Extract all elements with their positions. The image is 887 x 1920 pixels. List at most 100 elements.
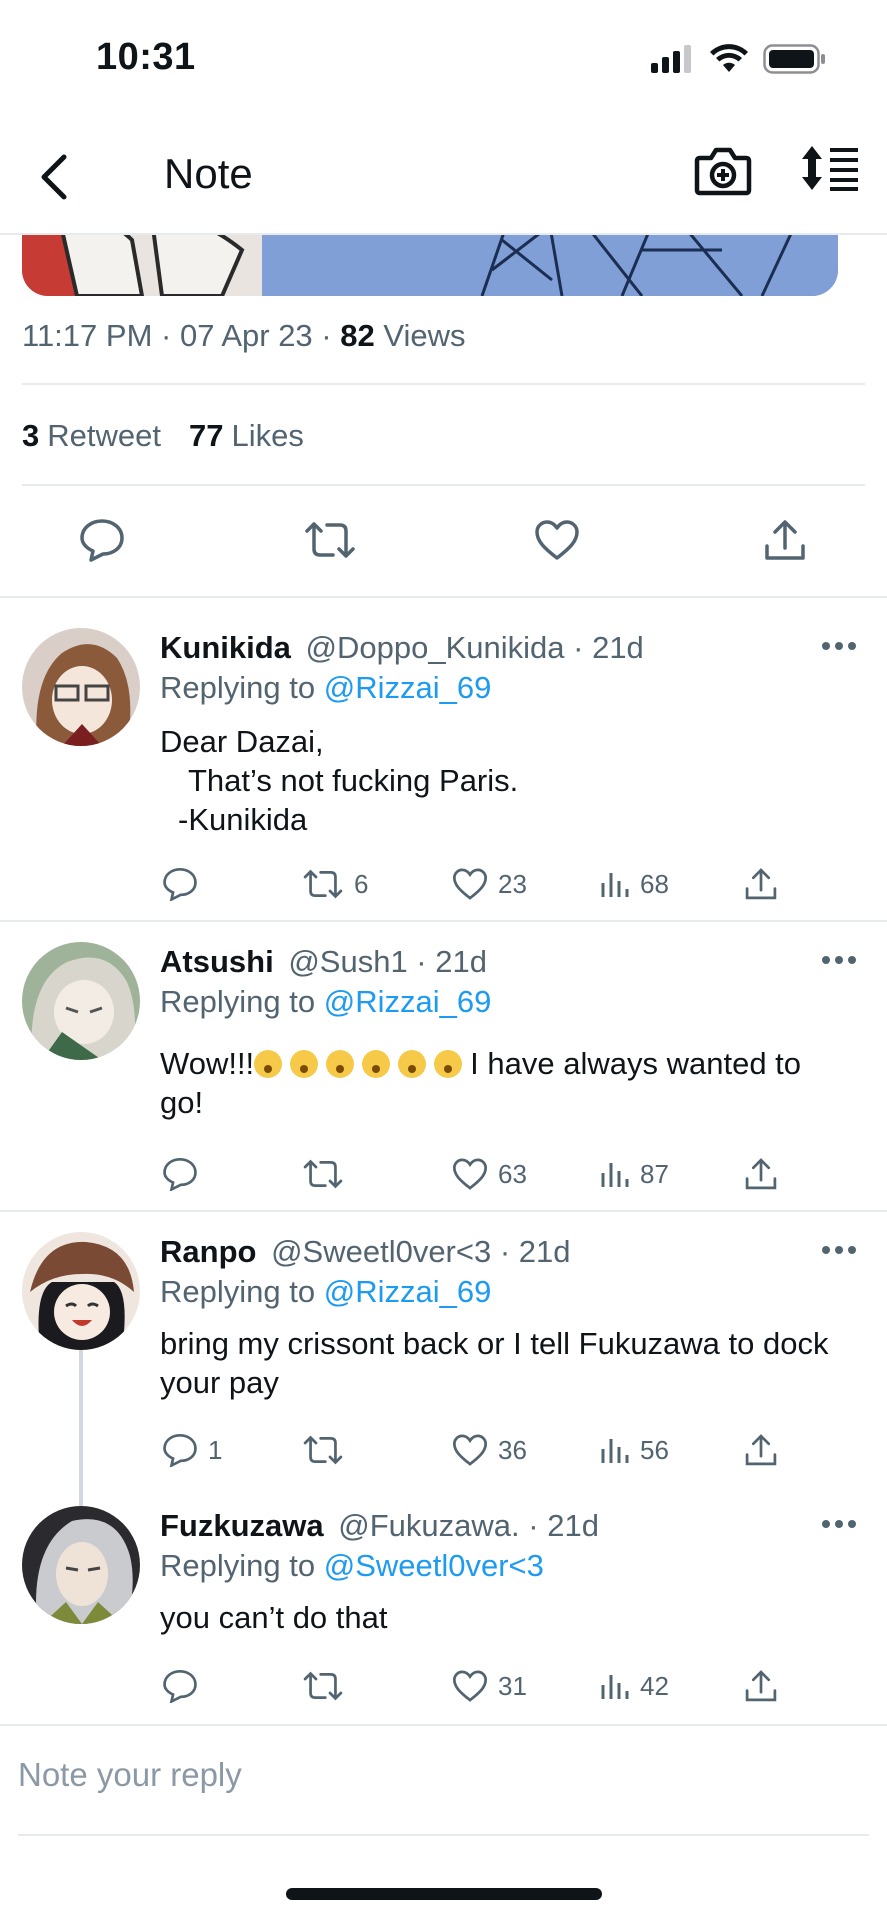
reply-age: 21d — [547, 1508, 599, 1543]
like-button[interactable]: 23 — [452, 864, 527, 904]
retweet-button[interactable] — [302, 1430, 354, 1470]
more-button[interactable] — [822, 642, 856, 654]
replying-to-link[interactable]: @Rizzai_69 — [324, 670, 492, 705]
retweet-button[interactable] — [300, 510, 360, 570]
camera-button[interactable] — [694, 144, 752, 206]
reply-age: 21d — [518, 1234, 571, 1269]
views-count: 68 — [640, 868, 669, 899]
signal-icon — [651, 45, 691, 73]
like-count: 63 — [498, 1158, 527, 1189]
more-button[interactable] — [822, 1246, 856, 1258]
like-button[interactable]: 63 — [452, 1154, 527, 1194]
avatar[interactable] — [22, 942, 140, 1060]
battery-icon — [763, 44, 825, 74]
reply-item[interactable]: Ranpo @Sweetl0ver<3 · 21d Replying to @R… — [0, 1212, 887, 1486]
views-button[interactable]: 87 — [600, 1154, 669, 1194]
share-button[interactable] — [744, 1430, 778, 1470]
comment-icon — [163, 1669, 197, 1703]
retweet-button[interactable] — [302, 1666, 354, 1706]
star-struck-emoji-icon — [398, 1050, 427, 1078]
comment-button[interactable] — [162, 1666, 208, 1706]
sort-button[interactable] — [800, 144, 864, 206]
heart-icon — [535, 520, 579, 560]
share-button[interactable] — [744, 1666, 778, 1706]
comment-button[interactable] — [162, 864, 208, 904]
divider — [18, 1834, 869, 1836]
likes-stat[interactable]: 77 Likes — [189, 418, 304, 454]
more-dots-icon — [822, 1520, 830, 1528]
views-button[interactable]: 68 — [600, 864, 669, 904]
mind-blown-emoji-icon — [362, 1050, 391, 1078]
display-name[interactable]: Atsushi — [160, 944, 274, 979]
like-button[interactable]: 31 — [452, 1666, 527, 1706]
more-button[interactable] — [822, 1520, 856, 1532]
comment-icon — [163, 867, 197, 901]
share-button[interactable] — [755, 510, 815, 570]
reply-input[interactable]: Note your reply — [18, 1756, 242, 1794]
replying-prefix: Replying to — [160, 1274, 316, 1309]
camera-plus-icon — [694, 147, 752, 196]
status-icons — [651, 44, 827, 74]
mind-blown-emoji-icon — [434, 1050, 463, 1078]
replying-to: Replying to @Sweetl0ver<3 — [160, 1548, 544, 1584]
replying-to-link[interactable]: @Sweetl0ver<3 — [324, 1548, 544, 1583]
tweet-date: 07 Apr 23 — [179, 318, 313, 353]
scream-emoji-icon — [254, 1050, 283, 1078]
replying-to: Replying to @Rizzai_69 — [160, 1274, 491, 1310]
avatar[interactable] — [22, 1232, 140, 1350]
avatar[interactable] — [22, 628, 140, 746]
scream-emoji-icon — [290, 1050, 319, 1078]
display-name[interactable]: Ranpo — [160, 1234, 256, 1269]
retweets-stat[interactable]: 3 Retweet — [22, 418, 161, 454]
back-button[interactable] — [28, 146, 78, 208]
comment-button[interactable] — [162, 1154, 208, 1194]
retweets-count: 3 — [22, 418, 40, 453]
avatar[interactable] — [22, 1506, 140, 1624]
user-handle[interactable]: @Sweetl0ver<3 — [271, 1234, 491, 1269]
likes-count: 77 — [188, 418, 224, 453]
wifi-icon — [710, 44, 748, 72]
tweet-meta: 11:17 PM · 07 Apr 23 · 82 Views — [22, 318, 466, 353]
views-count: 87 — [640, 1158, 669, 1189]
divider — [22, 383, 865, 385]
share-button[interactable] — [744, 864, 778, 904]
back-arrow-icon — [41, 154, 67, 200]
reply-actions: 6 23 68 — [0, 864, 887, 904]
reply-text: Dear Dazai, That’s not fucking Paris. -K… — [160, 722, 850, 839]
like-button[interactable]: 36 — [452, 1430, 527, 1470]
display-name[interactable]: Fuzkuzawa — [160, 1508, 324, 1543]
comment-button[interactable] — [72, 510, 132, 570]
more-button[interactable] — [822, 956, 856, 968]
more-dots-icon — [822, 956, 830, 964]
views-button[interactable]: 42 — [600, 1666, 669, 1706]
views-button[interactable]: 56 — [600, 1430, 669, 1470]
home-indicator[interactable] — [286, 1888, 602, 1900]
like-count: 23 — [498, 868, 527, 899]
reply-item[interactable]: Kunikida @Doppo_Kunikida · 21d Replying … — [0, 598, 887, 922]
more-dots-icon — [822, 642, 830, 650]
reply-text: you can’t do that — [160, 1600, 388, 1635]
divider — [0, 1724, 887, 1726]
reply-item[interactable]: Fuzkuzawa @Fukuzawa. · 21d Replying to @… — [0, 1486, 887, 1724]
replying-prefix: Replying to — [160, 984, 316, 1019]
likes-label: Likes — [231, 418, 304, 453]
retweet-icon — [303, 1671, 343, 1701]
reply-age: 21d — [435, 944, 487, 979]
user-handle[interactable]: @Sush1 — [288, 944, 407, 979]
replying-to-link[interactable]: @Rizzai_69 — [324, 1274, 492, 1309]
like-button[interactable] — [527, 510, 587, 570]
comment-button[interactable]: 1 — [162, 1430, 222, 1470]
replying-to-link[interactable]: @Rizzai_69 — [324, 984, 492, 1019]
retweet-button[interactable]: 6 — [302, 864, 368, 904]
share-button[interactable] — [744, 1154, 778, 1194]
user-handle[interactable]: @Fukuzawa. — [338, 1508, 519, 1543]
views-bar-icon — [601, 1439, 629, 1463]
reply-header: Atsushi @Sush1 · 21d — [160, 944, 487, 979]
tweet-actions — [0, 510, 887, 570]
reply-item[interactable]: Atsushi @Sush1 · 21d Replying to @Rizzai… — [0, 922, 887, 1210]
reply-text: bring my crissont back or I tell Fukuzaw… — [160, 1326, 829, 1400]
status-time: 10:31 — [96, 36, 196, 78]
display-name[interactable]: Kunikida — [160, 630, 291, 665]
user-handle[interactable]: @Doppo_Kunikida — [306, 630, 565, 665]
retweet-button[interactable] — [302, 1154, 354, 1194]
